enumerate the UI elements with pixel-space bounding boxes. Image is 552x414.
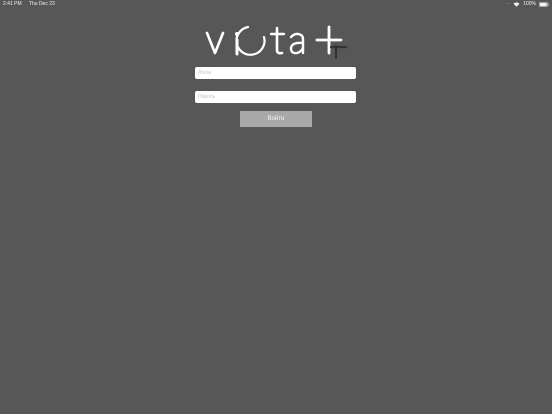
- wifi-icon: [513, 2, 520, 7]
- login-input[interactable]: [195, 67, 356, 79]
- vita-plus-logo: [204, 18, 354, 64]
- status-left: 2:41 PM Thu Dec 23: [3, 0, 61, 9]
- login-screen: 2:41 PM Thu Dec 23 ···· 100% Логин Войти: [0, 0, 552, 414]
- vita-plus-logo-image: [205, 25, 348, 60]
- password-input[interactable]: [195, 91, 356, 103]
- status-right: ···· 100%: [506, 0, 549, 9]
- status-date: Thu Dec 23: [28, 1, 55, 7]
- status-bar: 2:41 PM Thu Dec 23 ···· 100%: [0, 0, 552, 9]
- battery-icon: [539, 2, 549, 7]
- battery-percent: 100%: [523, 1, 536, 7]
- login-button[interactable]: Войти: [240, 111, 312, 127]
- status-time: 2:41 PM: [3, 1, 22, 7]
- cellular-signal-icon: ····: [505, 1, 511, 7]
